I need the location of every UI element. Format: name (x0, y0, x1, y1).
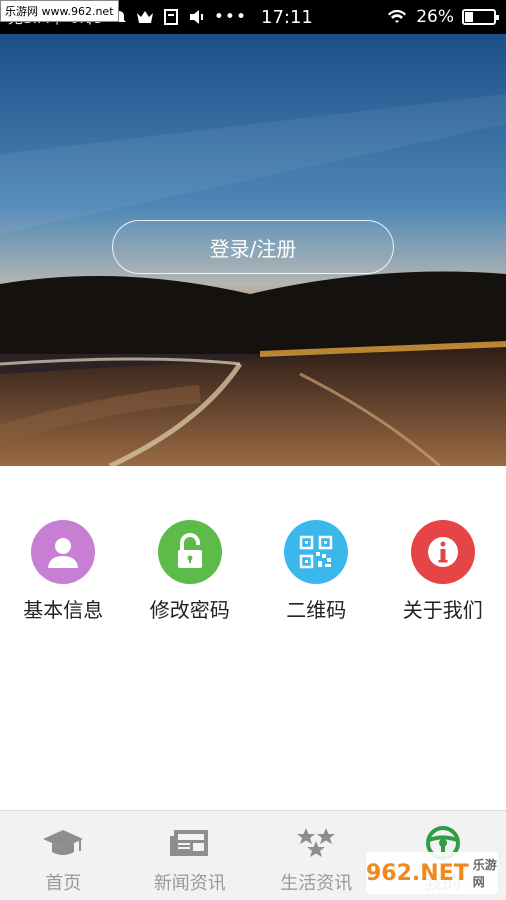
sim-icon (163, 9, 178, 25)
menu-label-qr-code: 二维码 (286, 598, 347, 622)
nav-item-life[interactable]: 生活资讯 (253, 811, 380, 900)
battery-percent: 26% (416, 7, 454, 27)
menu-item-about-us[interactable]: 关于我们 (380, 520, 506, 630)
info-icon (427, 537, 458, 567)
menu-label-about-us: 关于我们 (402, 598, 483, 622)
status-right: 26% (386, 7, 499, 27)
menu-label-change-password: 修改密码 (149, 598, 230, 622)
more-dots-icon: ••• (213, 7, 247, 27)
graduation-cap-icon (40, 825, 86, 861)
menu-item-change-password[interactable]: 修改密码 (127, 520, 253, 630)
menu-circle-change-password (157, 520, 222, 584)
nav-label-news: 新闻资讯 (153, 873, 226, 894)
login-register-button[interactable]: 登录/注册 (112, 220, 394, 274)
battery-icon (462, 9, 499, 25)
hero-banner: 登录/注册 (0, 34, 506, 466)
nav-item-home[interactable]: 首页 (0, 811, 127, 900)
volume-icon (189, 10, 203, 24)
crown-icon (136, 11, 153, 23)
watermark-bottom: 962.NET 乐游网 (366, 852, 498, 894)
status-time: 17:11 (261, 6, 313, 28)
menu-grid: 基本信息 修改密码 二维码 关于我们 (0, 520, 506, 630)
unlock-icon (177, 533, 202, 568)
battery-fill (465, 12, 473, 22)
watermark-top: 乐游网 www.962.net (0, 0, 119, 22)
watermark-brand: 962.NET (366, 860, 469, 886)
newspaper-icon (167, 825, 213, 861)
nav-label-home: 首页 (45, 873, 82, 894)
menu-item-qr-code[interactable]: 二维码 (253, 520, 379, 630)
nav-item-news[interactable]: 新闻资讯 (127, 811, 254, 900)
menu-circle-qr-code (284, 520, 349, 584)
wifi-icon (388, 9, 407, 23)
watermark-sub: 乐游网 (472, 858, 497, 889)
nav-label-life: 生活资讯 (280, 873, 353, 894)
menu-circle-about-us (410, 520, 475, 584)
menu-label-basic-info: 基本信息 (23, 598, 104, 622)
qr-code-icon (300, 535, 333, 569)
user-icon (48, 538, 79, 568)
stars-icon (293, 825, 339, 861)
menu-item-basic-info[interactable]: 基本信息 (0, 520, 126, 630)
menu-circle-basic-info (31, 520, 96, 584)
